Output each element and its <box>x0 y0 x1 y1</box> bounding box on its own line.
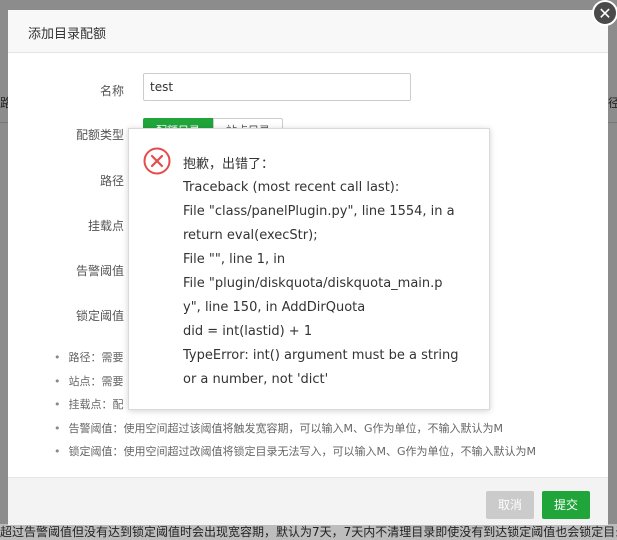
cancel-button[interactable]: 取消 <box>486 491 534 519</box>
error-title: 抱歉，出错了： <box>183 157 275 172</box>
traceback-line: y", line 150, in AddDirQuota <box>183 300 366 315</box>
error-circle-x-icon <box>143 147 171 175</box>
traceback-line: File "class/panelPlugin.py", line 1554, … <box>183 204 455 219</box>
quota-type-label: 配额类型 <box>75 128 124 142</box>
traceback-line: TypeError: int() argument must be a stri… <box>183 348 459 363</box>
traceback-line: did = int(lastid) + 1 <box>183 324 313 339</box>
submit-button[interactable]: 提交 <box>542 491 590 519</box>
close-dialog-button[interactable]: ✕ <box>592 0 617 26</box>
background-divider-left <box>0 122 8 123</box>
tip-lock-threshold: 锁定阈值：使用空间超过改阈值将锁定目录无法写入，可以输入M、G作为单位，不输入默… <box>54 440 537 464</box>
mount-point-label: 挂载点 <box>87 219 124 233</box>
warning-threshold-label: 告警阈值 <box>75 264 124 278</box>
traceback-line: File "", line 1, in <box>183 252 286 267</box>
error-traceback: Traceback (most recent call last): File … <box>183 176 473 392</box>
tip-warning-threshold: 告警阈值：使用空间超过该阈值将触发宽容期，可以输入M、G作为单位，不输入默认为M <box>54 417 536 441</box>
name-label: 名称 <box>99 84 124 98</box>
traceback-line: return eval(execStr); <box>183 228 318 243</box>
path-label: 路径 <box>99 174 124 188</box>
background-column-label-right: 径 <box>608 96 617 110</box>
dialog-title: 添加目录配额 <box>28 27 107 42</box>
error-message-popup: 抱歉，出错了： Traceback (most recent call last… <box>128 128 490 410</box>
dialog-header: 添加目录配额 <box>8 10 608 53</box>
traceback-line: File "plugin/diskquota/diskquota_main.p <box>183 276 443 291</box>
background-column-label-left: 路 <box>0 96 8 110</box>
traceback-line: or a number, not 'dict' <box>183 372 329 387</box>
name-input[interactable] <box>143 73 411 101</box>
lock-threshold-label: 锁定阈值 <box>75 309 124 323</box>
close-icon: ✕ <box>598 4 612 23</box>
background-footer-note: 超过告警阈值但没有达到锁定阈值时会出现宽容期，默认为7天，7天内不清理目录即使没… <box>0 524 617 540</box>
dialog-footer: 取消 提交 <box>8 477 608 525</box>
background-divider-right <box>608 122 617 123</box>
traceback-line: Traceback (most recent call last): <box>183 180 400 195</box>
